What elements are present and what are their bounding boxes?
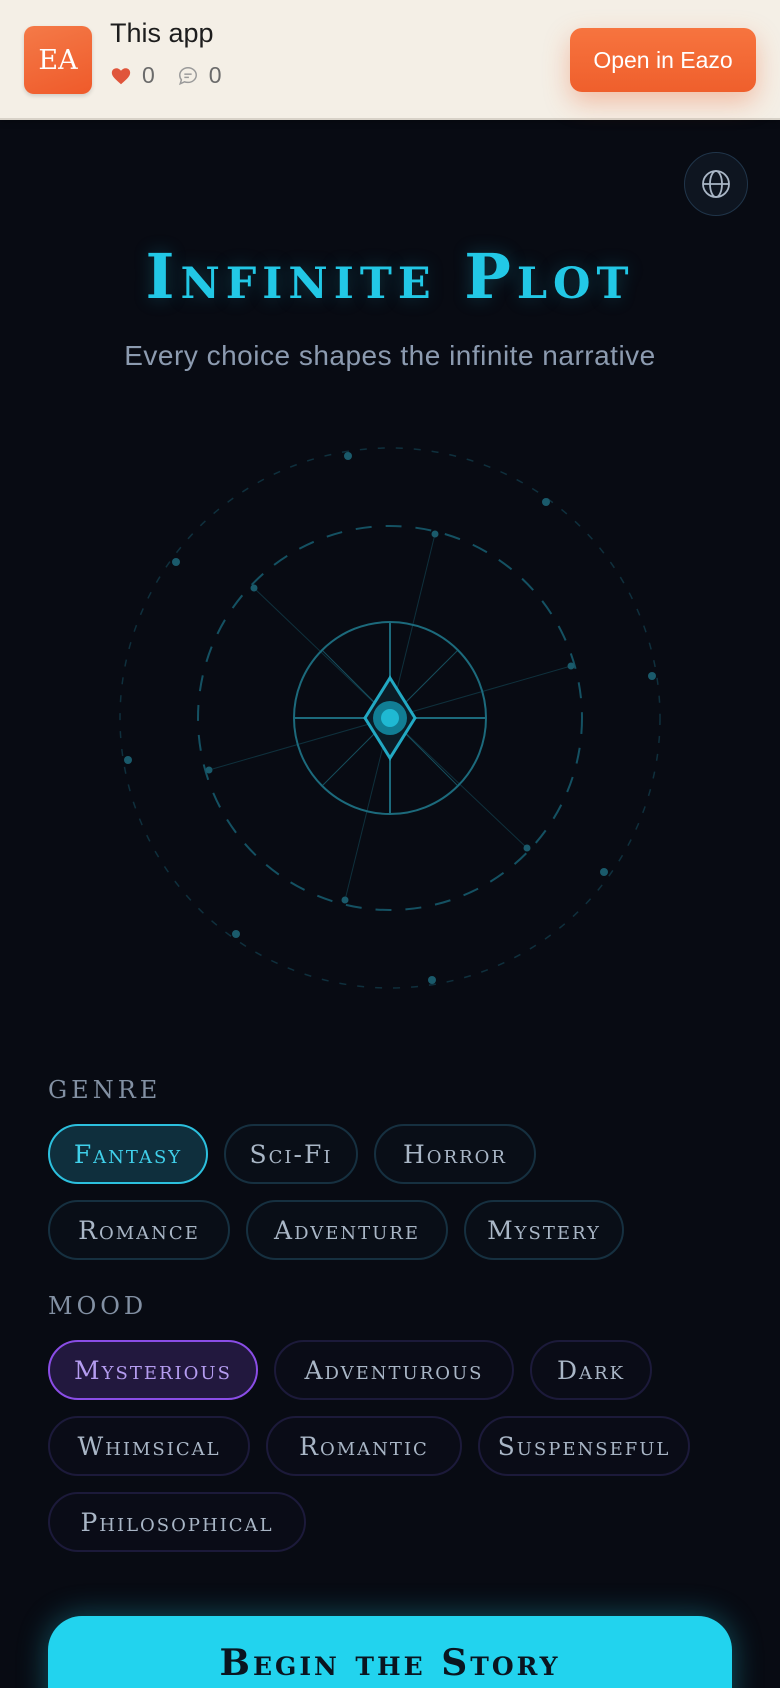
begin-story-button[interactable]: Begin the Story bbox=[48, 1616, 732, 1688]
mood-chip-whimsical[interactable]: Whimsical bbox=[48, 1416, 250, 1476]
open-in-eazo-button[interactable]: Open in Eazo bbox=[570, 28, 756, 92]
genre-chip-sci-fi[interactable]: Sci-Fi bbox=[224, 1124, 358, 1184]
genre-chip-adventure[interactable]: Adventure bbox=[246, 1200, 448, 1260]
comments-stat[interactable]: 0 bbox=[177, 62, 222, 89]
mood-chip-mysterious[interactable]: Mysterious bbox=[48, 1340, 258, 1400]
genre-chip-fantasy[interactable]: Fantasy bbox=[48, 1124, 208, 1184]
globe-icon bbox=[702, 170, 730, 198]
heart-icon bbox=[111, 67, 131, 84]
page-title: Infinite Plot bbox=[145, 240, 635, 313]
genre-chip-horror[interactable]: Horror bbox=[374, 1124, 536, 1184]
mood-chip-philosophical[interactable]: Philosophical bbox=[48, 1492, 306, 1552]
mood-chip-dark[interactable]: Dark bbox=[530, 1340, 652, 1400]
comments-count: 0 bbox=[208, 62, 222, 88]
mood-label: MOOD bbox=[48, 1292, 148, 1320]
app-stats: 0 0 bbox=[110, 62, 244, 89]
mood-chip-adventurous[interactable]: Adventurous bbox=[274, 1340, 514, 1400]
comment-icon bbox=[178, 66, 197, 85]
language-button[interactable] bbox=[684, 152, 748, 216]
mood-chip-romantic[interactable]: Romantic bbox=[266, 1416, 462, 1476]
app-logo: EA bbox=[24, 26, 92, 94]
genre-chip-mystery[interactable]: Mystery bbox=[464, 1200, 624, 1260]
likes-count: 0 bbox=[142, 62, 155, 88]
page-subtitle: Every choice shapes the infinite narrati… bbox=[124, 340, 656, 371]
mood-chip-suspenseful[interactable]: Suspenseful bbox=[478, 1416, 690, 1476]
app-banner: EA This app 0 0 Open in Eazo bbox=[0, 0, 780, 120]
compass-center bbox=[381, 709, 399, 727]
likes-stat[interactable]: 0 bbox=[110, 62, 155, 89]
app-title: This app bbox=[110, 18, 214, 48]
genre-label: GENRE bbox=[48, 1076, 162, 1104]
compass-icon bbox=[119, 447, 661, 989]
genre-chip-romance[interactable]: Romance bbox=[48, 1200, 230, 1260]
